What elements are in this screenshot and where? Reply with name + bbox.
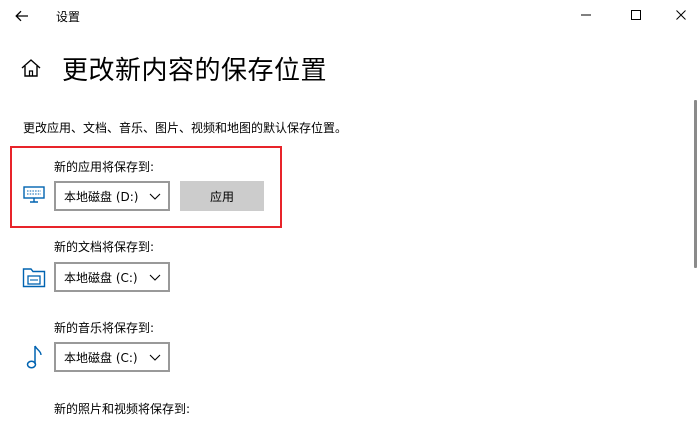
chevron-down-icon bbox=[149, 354, 161, 361]
window-title: 设置 bbox=[56, 10, 81, 24]
chevron-down-icon bbox=[149, 274, 161, 281]
chevron-down-icon bbox=[149, 193, 161, 200]
close-button[interactable] bbox=[658, 0, 700, 30]
minimize-button[interactable] bbox=[563, 0, 609, 30]
documents-drive-select[interactable]: 本地磁盘 (C:) bbox=[54, 262, 170, 292]
music-drive-value: 本地磁盘 (C:) bbox=[64, 350, 138, 365]
apps-drive-select[interactable]: 本地磁盘 (D:) bbox=[54, 181, 170, 211]
documents-save-label: 新的文档将保存到: bbox=[54, 240, 155, 254]
music-save-label: 新的音乐将保存到: bbox=[54, 321, 155, 335]
drive-folder-icon bbox=[20, 263, 48, 291]
monitor-icon bbox=[20, 181, 48, 209]
minimize-icon bbox=[581, 14, 591, 16]
back-button[interactable] bbox=[8, 2, 36, 30]
close-icon bbox=[676, 10, 686, 20]
maximize-button[interactable] bbox=[613, 0, 659, 30]
home-icon bbox=[21, 59, 41, 77]
photos-videos-save-label: 新的照片和视频将保存到: bbox=[54, 402, 191, 416]
apply-button[interactable]: 应用 bbox=[180, 181, 264, 211]
apps-drive-value: 本地磁盘 (D:) bbox=[64, 189, 139, 204]
maximize-icon bbox=[631, 10, 641, 20]
music-drive-select[interactable]: 本地磁盘 (C:) bbox=[54, 342, 170, 372]
documents-drive-value: 本地磁盘 (C:) bbox=[64, 270, 138, 285]
title-bar: 设置 bbox=[0, 0, 700, 32]
page-description: 更改应用、文档、音乐、图片、视频和地图的默认保存位置。 bbox=[23, 121, 348, 135]
back-arrow-icon bbox=[15, 10, 28, 22]
scrollbar[interactable] bbox=[694, 100, 697, 268]
music-note-icon bbox=[20, 343, 48, 371]
apps-save-label: 新的应用将保存到: bbox=[54, 160, 155, 174]
page-title: 更改新内容的保存位置 bbox=[62, 56, 328, 86]
